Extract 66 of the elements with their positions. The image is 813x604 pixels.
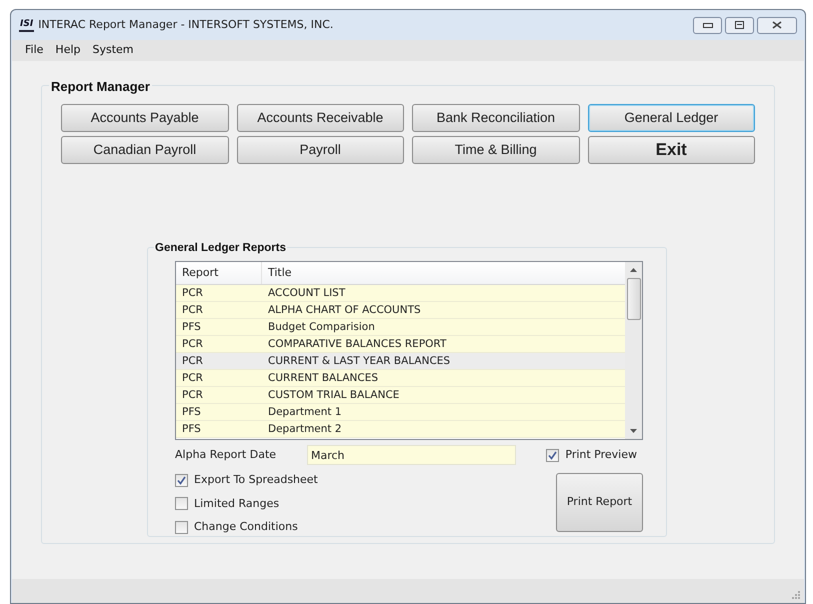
table-cell-text: PCR xyxy=(181,337,204,352)
scrollbar[interactable] xyxy=(625,262,642,439)
table-cell-text: CURRENT & LAST YEAR BALANCES xyxy=(267,354,452,369)
minimize-icon xyxy=(702,22,712,28)
table-cell-text: Department 1 xyxy=(267,405,343,420)
table-row[interactable]: PCR ALPHA CHART OF ACCOUNTS xyxy=(176,302,625,319)
module-button[interactable]: Accounts Receivable xyxy=(236,104,404,132)
table-row[interactable]: PCR ACCOUNT LIST xyxy=(176,285,625,302)
menu-item[interactable]: Help xyxy=(51,42,84,59)
checkbox-label: Export To Spreadsheet xyxy=(194,472,318,488)
checkbox[interactable] xyxy=(175,520,188,534)
checkbox-label: Limited Ranges xyxy=(194,496,280,512)
table-cell-text: CUSTOM TRIAL BALANCE xyxy=(267,388,400,403)
table-cell-text: Department 2 xyxy=(267,422,343,437)
close-icon xyxy=(772,21,782,29)
table-row[interactable]: PFS Budget Comparision xyxy=(176,319,625,336)
window-title: INTERAC Report Manager - INTERSOFT SYSTEMS, INC. xyxy=(38,16,334,33)
table-cell-text: PCR xyxy=(181,371,204,386)
close-button[interactable] xyxy=(757,16,797,34)
table-cell-text: ALPHA CHART OF ACCOUNTS xyxy=(267,303,422,318)
resize-grip-icon xyxy=(791,590,801,600)
scroll-down-icon xyxy=(630,429,637,433)
table-cell-text: PCR xyxy=(181,354,204,369)
column-header[interactable]: Report xyxy=(176,262,262,284)
column-header[interactable]: Title xyxy=(262,262,625,284)
date-field[interactable]: March xyxy=(307,445,516,465)
table-row[interactable]: PCR COMPARATIVE BALANCES REPORT xyxy=(176,336,625,353)
table-cell-text: PFS xyxy=(181,405,202,420)
table-cell-text: Budget Comparision xyxy=(267,320,376,335)
module-button[interactable]: Bank Reconciliation xyxy=(412,104,580,132)
table-row[interactable]: PFS Department 2 xyxy=(176,421,625,438)
module-button[interactable]: General Ledger xyxy=(588,104,755,132)
table-cell-text: ACCOUNT LIST xyxy=(267,286,346,301)
table-row[interactable]: PCR CURRENT & LAST YEAR BALANCES xyxy=(176,353,625,370)
print-report-button[interactable]: Print Report xyxy=(556,473,643,532)
table-row[interactable]: PFS Department 1 xyxy=(176,404,625,421)
module-button[interactable]: Canadian Payroll xyxy=(61,136,228,164)
table-cell-text: PCR xyxy=(181,388,204,403)
maximize-button[interactable] xyxy=(725,16,754,34)
checkmark-icon xyxy=(548,450,558,460)
module-button[interactable]: Exit xyxy=(588,136,755,164)
menu-item[interactable]: File xyxy=(21,42,48,59)
checkbox[interactable] xyxy=(175,474,188,487)
module-button[interactable]: Time & Billing xyxy=(412,136,580,164)
table-cell-text: PCR xyxy=(181,303,204,318)
table-row[interactable]: PCR CUSTOM TRIAL BALANCE xyxy=(176,387,625,404)
table-cell-text: CURRENT BALANCES xyxy=(267,371,379,386)
field-label: Alpha Report Date xyxy=(175,446,278,463)
table-cell-text: PCR xyxy=(181,286,204,301)
table-row[interactable]: PCR CURRENT BALANCES xyxy=(176,370,625,387)
table-cell-text: PFS xyxy=(181,320,202,335)
checkbox[interactable] xyxy=(546,448,560,462)
checkbox-label: Change Conditions xyxy=(194,519,298,535)
minimize-button[interactable] xyxy=(693,16,722,34)
table-cell-text: PFS xyxy=(181,422,202,437)
scroll-up-icon xyxy=(630,268,637,272)
maximize-icon xyxy=(735,21,744,29)
app-logo: ISI xyxy=(19,18,34,32)
checkbox-label: Print Preview xyxy=(565,446,637,463)
module-button[interactable]: Payroll xyxy=(236,136,404,164)
checkmark-icon xyxy=(177,476,186,485)
scroll-thumb[interactable] xyxy=(626,278,640,320)
checkbox[interactable] xyxy=(175,497,188,510)
table-cell-text: COMPARATIVE BALANCES REPORT xyxy=(267,337,448,352)
menu-item[interactable]: System xyxy=(88,42,138,59)
module-button[interactable]: Accounts Payable xyxy=(61,104,228,132)
